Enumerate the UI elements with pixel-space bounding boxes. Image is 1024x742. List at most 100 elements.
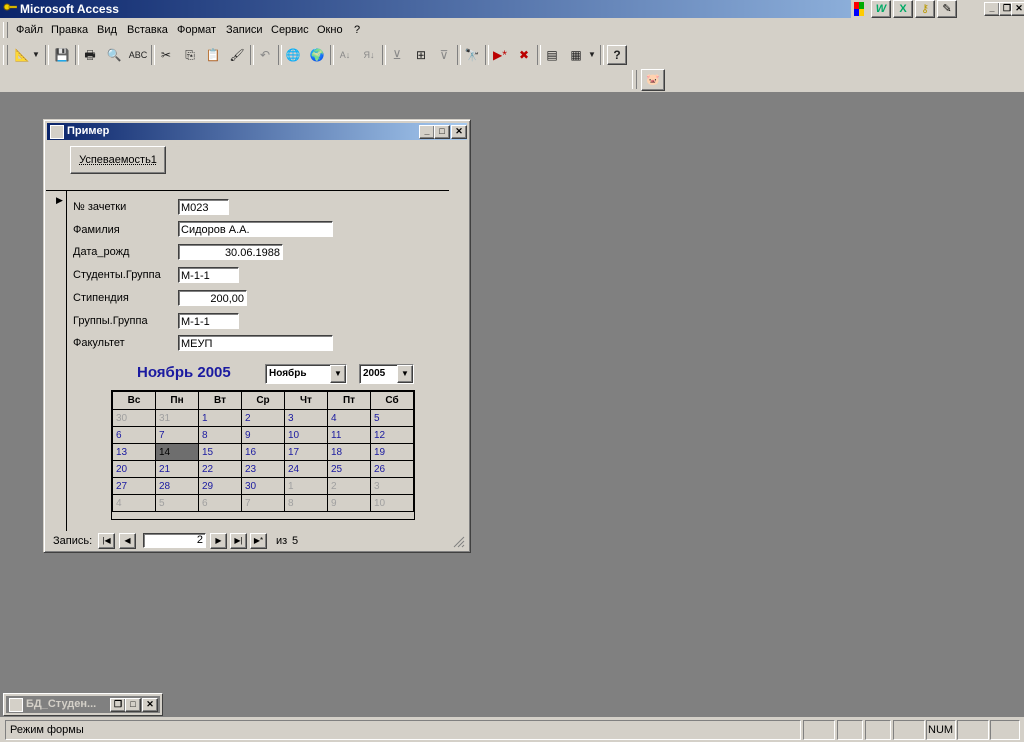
menu-insert[interactable]: Вставка xyxy=(127,24,168,36)
sort-ascending-icon[interactable]: A↓ xyxy=(335,45,355,65)
calendar-day[interactable]: 24 xyxy=(284,460,328,478)
cut-icon[interactable]: ✂ xyxy=(156,45,176,65)
calendar-day[interactable]: 30 xyxy=(241,477,285,495)
form-maximize-icon[interactable]: □ xyxy=(434,125,450,139)
calendar-day[interactable]: 22 xyxy=(198,460,242,478)
office-color-icon[interactable] xyxy=(853,1,865,17)
calendar-day[interactable]: 25 xyxy=(327,460,371,478)
calendar-day[interactable]: 18 xyxy=(327,443,371,461)
field-stipendiya[interactable]: 200,00 xyxy=(178,290,247,306)
paste-icon[interactable]: 📋 xyxy=(203,45,223,65)
calendar-day[interactable]: 20 xyxy=(112,460,156,478)
calendar-day-selected[interactable]: 14 xyxy=(155,443,199,461)
find-icon[interactable]: 🔭 xyxy=(462,45,482,65)
close-icon[interactable]: ✕ xyxy=(1011,2,1024,16)
field-zachetka[interactable]: М023 xyxy=(178,199,229,215)
menu-format[interactable]: Формат xyxy=(177,24,216,36)
calendar-day[interactable]: 2 xyxy=(327,477,371,495)
calendar-day[interactable]: 31 xyxy=(155,409,199,427)
calendar-day[interactable]: 30 xyxy=(112,409,156,427)
help-icon[interactable]: ? xyxy=(607,45,627,65)
view-design-icon[interactable]: 📐 xyxy=(12,45,32,65)
word-icon[interactable]: W xyxy=(871,0,891,18)
filter-by-form-icon[interactable]: ⊞ xyxy=(411,45,431,65)
calendar-day[interactable]: 3 xyxy=(370,477,414,495)
menu-help[interactable]: ? xyxy=(354,24,360,36)
calendar-day[interactable]: 13 xyxy=(112,443,156,461)
apply-filter-icon[interactable]: ⊽ xyxy=(434,45,454,65)
calendar-day[interactable]: 9 xyxy=(241,426,285,444)
first-record-icon[interactable]: |◀ xyxy=(98,533,115,549)
restore-icon[interactable]: ❐ xyxy=(110,698,126,712)
calendar-day[interactable]: 26 xyxy=(370,460,414,478)
minimized-db-window[interactable]: БД_Студен... ❐ □ ✕ xyxy=(3,693,163,716)
database-window-icon[interactable]: ▦ xyxy=(566,45,586,65)
sort-descending-icon[interactable]: Я↓ xyxy=(359,45,379,65)
menu-edit[interactable]: Правка xyxy=(51,24,88,36)
excel-icon[interactable]: X xyxy=(893,0,913,18)
calendar-day[interactable]: 1 xyxy=(284,477,328,495)
field-fakultet[interactable]: МЕУП xyxy=(178,335,333,351)
form-close-icon[interactable]: ✕ xyxy=(451,125,467,139)
calendar-day[interactable]: 8 xyxy=(284,494,328,512)
field-studenty-gruppa[interactable]: М-1-1 xyxy=(178,267,239,283)
calendar-year-select[interactable]: 2005 ▼ xyxy=(359,364,414,384)
menu-records[interactable]: Записи xyxy=(226,24,263,36)
filter-by-selection-icon[interactable]: ⊻ xyxy=(387,45,407,65)
calendar-day[interactable]: 9 xyxy=(327,494,371,512)
menu-window[interactable]: Окно xyxy=(317,24,343,36)
chevron-down-icon[interactable]: ▼ xyxy=(330,365,346,383)
record-number-input[interactable]: 2 xyxy=(143,533,206,548)
calendar-day[interactable]: 1 xyxy=(198,409,242,427)
menu-view[interactable]: Вид xyxy=(97,24,117,36)
format-painter-icon[interactable]: 🖌 xyxy=(227,45,247,65)
properties-icon[interactable]: ▤ xyxy=(542,45,562,65)
field-data-rozhd[interactable]: 30.06.1988 xyxy=(178,244,283,260)
calendar-day[interactable]: 16 xyxy=(241,443,285,461)
close-icon[interactable]: ✕ xyxy=(142,698,158,712)
new-record-icon[interactable]: ▶* xyxy=(490,45,510,65)
calendar-day[interactable]: 12 xyxy=(370,426,414,444)
calendar-day[interactable]: 5 xyxy=(155,494,199,512)
copy-icon[interactable]: ⎘ xyxy=(180,45,200,65)
calendar-day[interactable]: 6 xyxy=(198,494,242,512)
calendar-day[interactable]: 11 xyxy=(327,426,371,444)
save-icon[interactable]: 💾 xyxy=(52,45,72,65)
print-icon[interactable]: 🖶 xyxy=(80,45,100,65)
menu-file[interactable]: Файл xyxy=(16,24,43,36)
calendar-day[interactable]: 2 xyxy=(241,409,285,427)
calendar-day[interactable]: 15 xyxy=(198,443,242,461)
minimize-icon[interactable]: _ xyxy=(984,2,1000,16)
calendar-day[interactable]: 23 xyxy=(241,460,285,478)
calendar-day[interactable]: 7 xyxy=(155,426,199,444)
undo-icon[interactable]: ↶ xyxy=(255,45,275,65)
last-record-icon[interactable]: ▶| xyxy=(230,533,247,549)
web-toolbar-icon[interactable]: 🌍 xyxy=(307,45,327,65)
form-minimize-icon[interactable]: _ xyxy=(419,125,435,139)
calendar-day[interactable]: 21 xyxy=(155,460,199,478)
next-record-icon[interactable]: ▶ xyxy=(210,533,227,549)
calendar-month-select[interactable]: Ноябрь ▼ xyxy=(265,364,347,384)
calendar-day[interactable]: 6 xyxy=(112,426,156,444)
calendar-day[interactable]: 7 xyxy=(241,494,285,512)
chevron-down-icon[interactable]: ▼ xyxy=(587,45,597,65)
calendar-day[interactable]: 17 xyxy=(284,443,328,461)
notes-icon[interactable]: ✎ xyxy=(937,0,957,18)
new-record-nav-icon[interactable]: ▶* xyxy=(250,533,267,549)
calendar-day[interactable]: 19 xyxy=(370,443,414,461)
spelling-icon[interactable]: ABC xyxy=(128,45,148,65)
calendar-day[interactable]: 3 xyxy=(284,409,328,427)
chevron-down-icon[interactable]: ▼ xyxy=(397,365,413,383)
calendar-day[interactable]: 4 xyxy=(327,409,371,427)
calendar-day[interactable]: 10 xyxy=(284,426,328,444)
maximize-icon[interactable]: □ xyxy=(125,698,141,712)
office-assistant-icon[interactable]: 🐷 xyxy=(641,69,665,91)
menu-tools[interactable]: Сервис xyxy=(271,24,309,36)
chevron-down-icon[interactable]: ▼ xyxy=(31,45,41,65)
calendar-day[interactable]: 27 xyxy=(112,477,156,495)
access-key-icon[interactable]: ⚷ xyxy=(915,0,935,18)
calendar-day[interactable]: 4 xyxy=(112,494,156,512)
calendar-day[interactable]: 29 xyxy=(198,477,242,495)
field-gruppy-gruppa[interactable]: М-1-1 xyxy=(178,313,239,329)
calendar-day[interactable]: 28 xyxy=(155,477,199,495)
